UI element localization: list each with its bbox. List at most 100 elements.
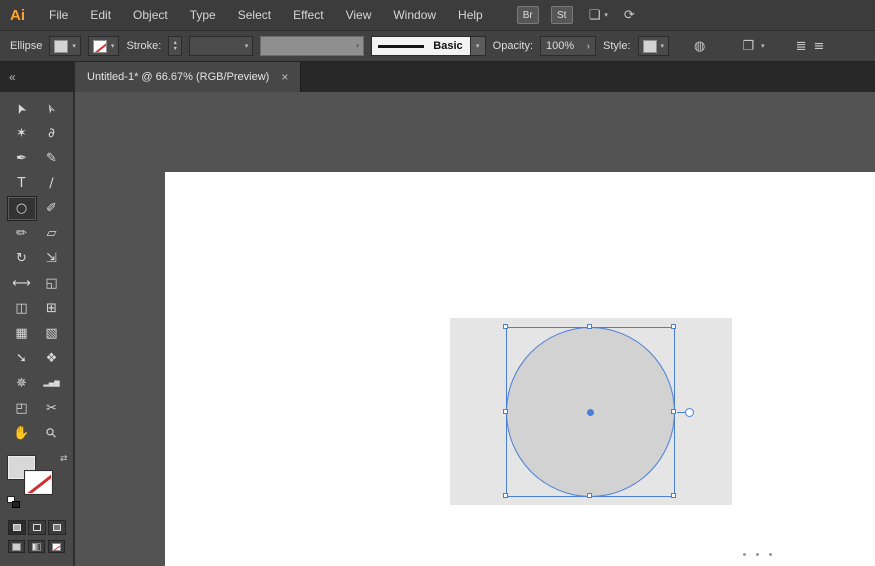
selection-tool[interactable]: ➤ (7, 96, 37, 121)
draw-inside-icon (53, 524, 61, 531)
draw-behind-button[interactable] (28, 520, 46, 535)
active-tool-label: Ellipse (10, 40, 42, 52)
mesh-icon: ▦ (15, 327, 27, 340)
pencil-tool[interactable]: ✏ (7, 221, 37, 246)
blend-tool[interactable]: ❖ (37, 346, 67, 371)
menu-view[interactable]: View (346, 8, 372, 22)
menu-effect[interactable]: Effect (293, 8, 323, 22)
app-logo: Ai (10, 7, 25, 24)
hand-icon: ✋ (13, 427, 29, 440)
caret-down-icon: ▾ (476, 42, 480, 50)
menu-window[interactable]: Window (393, 8, 436, 22)
pie-widget-handle[interactable] (685, 408, 694, 417)
lasso-icon: ∂ (48, 127, 55, 140)
free-transform-tool[interactable]: ◱ (37, 271, 67, 296)
bridge-button[interactable]: Br (517, 6, 539, 24)
grip-dot (769, 553, 772, 556)
eyedropper-tool[interactable]: ➘ (7, 346, 37, 371)
width-icon: ⟷ (12, 277, 31, 290)
opacity-menu-arrow-icon[interactable]: › (587, 41, 590, 52)
share-icon[interactable]: ⟳ (624, 8, 635, 23)
menu-select[interactable]: Select (238, 8, 271, 22)
none-slash-icon (25, 471, 52, 494)
paintbrush-tool[interactable]: ✐ (37, 196, 67, 221)
tools-grid: ➤ ➣ ✶ ∂ ✒ ✎ T ∕ ○ ✐ ✏ ▱ ↻ ⇲ ⟷ ◱ ◫ ⊞ ▦ ▧ (7, 96, 67, 446)
distribute-panel-icon[interactable]: ≡ (813, 39, 824, 54)
transform-caret-icon[interactable]: ▾ (761, 42, 765, 50)
width-tool[interactable]: ⟷ (7, 271, 37, 296)
opacity-value: 100% (546, 40, 574, 52)
draw-normal-button[interactable] (8, 520, 26, 535)
dropdown-button[interactable]: ▾ (470, 37, 485, 55)
shape-center-point[interactable] (587, 409, 594, 416)
direct-selection-tool[interactable]: ➣ (37, 96, 67, 121)
close-tab-icon[interactable]: × (281, 70, 288, 84)
selection-handle-top-left[interactable] (503, 324, 508, 329)
artboard-tool[interactable]: ◰ (7, 396, 37, 421)
stock-button[interactable]: St (551, 6, 573, 24)
menu-help[interactable]: Help (458, 8, 483, 22)
recolor-artwork-icon[interactable]: ◍ (694, 39, 705, 54)
eraser-tool[interactable]: ▱ (37, 221, 67, 246)
selection-handle-top-right[interactable] (671, 324, 676, 329)
menu-file[interactable]: File (49, 8, 68, 22)
selection-handle-middle-left[interactable] (503, 409, 508, 414)
color-button[interactable] (8, 540, 25, 553)
lasso-tool[interactable]: ∂ (37, 121, 67, 146)
scale-tool[interactable]: ⇲ (37, 246, 67, 271)
fill-color-dropdown[interactable]: ▾ (49, 36, 81, 56)
stroke-color-dropdown[interactable]: ▾ (88, 36, 120, 56)
rotate-tool[interactable]: ↻ (7, 246, 37, 271)
shape-builder-tool[interactable]: ◫ (7, 296, 37, 321)
hand-tool[interactable]: ✋ (7, 421, 37, 446)
ellipse-tool[interactable]: ○ (7, 196, 37, 221)
mesh-tool[interactable]: ▦ (7, 321, 37, 346)
style-dropdown[interactable]: ▾ (638, 36, 670, 56)
none-button[interactable] (48, 540, 65, 553)
workspace-caret-icon[interactable]: ▾ (604, 11, 608, 19)
pen-tool[interactable]: ✒ (7, 146, 37, 171)
stroke-swatch[interactable] (25, 471, 52, 494)
menu-type[interactable]: Type (190, 8, 216, 22)
line-segment-tool[interactable]: ∕ (37, 171, 67, 196)
type-icon: T (18, 177, 26, 190)
menu-edit[interactable]: Edit (90, 8, 111, 22)
gradient-tool[interactable]: ▧ (37, 321, 67, 346)
ellipse-icon: ○ (16, 202, 27, 215)
magic-wand-tool[interactable]: ✶ (7, 121, 37, 146)
color-icon (12, 543, 21, 551)
menu-object[interactable]: Object (133, 8, 168, 22)
blend-icon: ❖ (46, 352, 58, 365)
slice-tool[interactable]: ✂ (37, 396, 67, 421)
selection-handle-bottom-left[interactable] (503, 493, 508, 498)
type-tool[interactable]: T (7, 171, 37, 196)
stroke-weight-stepper[interactable]: ▴ ▾ (168, 36, 182, 56)
transform-panel-icon[interactable]: ❐ (742, 39, 754, 54)
opacity-field[interactable]: 100% › (540, 36, 596, 56)
align-panel-icon[interactable]: ≣ (796, 39, 807, 54)
brush-basic-dropdown[interactable]: Basic ▾ (371, 36, 485, 56)
document-tab-title: Untitled-1* @ 66.67% (RGB/Preview) (87, 71, 269, 83)
column-graph-tool[interactable]: ▂▄▆ (37, 371, 67, 396)
stepper-down-icon[interactable]: ▾ (174, 46, 177, 52)
selection-handle-middle-right[interactable] (671, 409, 676, 414)
curvature-tool[interactable]: ✎ (37, 146, 67, 171)
selection-handle-bottom-right[interactable] (671, 493, 676, 498)
stroke-weight-dropdown[interactable]: ▾ (189, 36, 253, 56)
collapse-panels-button[interactable]: « (0, 62, 75, 92)
selection-handle-bottom-middle[interactable] (587, 493, 592, 498)
zoom-tool[interactable]: ⚲ (37, 421, 67, 446)
gradient-icon (32, 543, 41, 551)
default-fill-stroke-icon[interactable] (12, 501, 20, 508)
document-tab[interactable]: Untitled-1* @ 66.67% (RGB/Preview) × (75, 62, 301, 92)
selection-handle-top-middle[interactable] (587, 324, 592, 329)
swap-fill-stroke-icon[interactable]: ⇄ (60, 454, 68, 464)
perspective-grid-tool[interactable]: ⊞ (37, 296, 67, 321)
main-area: ➤ ➣ ✶ ∂ ✒ ✎ T ∕ ○ ✐ ✏ ▱ ↻ ⇲ ⟷ ◱ ◫ ⊞ ▦ ▧ (0, 92, 875, 566)
workspace-switcher-icon[interactable]: ❏ (589, 8, 601, 23)
draw-inside-button[interactable] (48, 520, 66, 535)
canvas[interactable] (75, 92, 875, 566)
gradient-button[interactable] (28, 540, 45, 553)
symbol-sprayer-tool[interactable]: ✵ (7, 371, 37, 396)
caret-down-icon: ▾ (661, 42, 665, 50)
